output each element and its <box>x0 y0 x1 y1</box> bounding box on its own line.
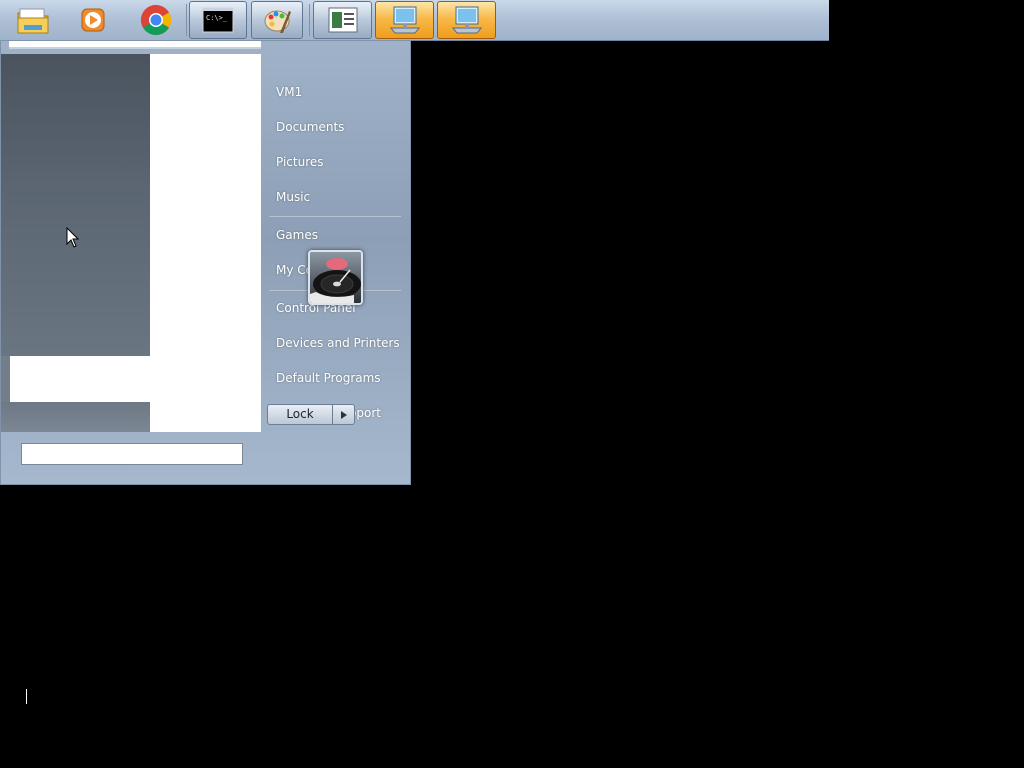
chevron-right-icon <box>340 410 347 419</box>
menu-item-music[interactable]: Music <box>276 186 310 208</box>
programs-list-edge <box>1 356 10 402</box>
start-menu-top-strip <box>9 41 261 49</box>
file-explorer-icon <box>17 8 49 34</box>
lock-button-group: Lock <box>267 404 355 425</box>
programs-panel <box>1 54 261 432</box>
turntable-icon <box>310 252 361 303</box>
menu-item-documents[interactable]: Documents <box>276 116 344 138</box>
command-prompt-button[interactable]: C:\>_ <box>189 1 247 39</box>
remote-desktop-button-2[interactable] <box>437 1 496 39</box>
paint-button[interactable] <box>251 1 303 39</box>
all-programs-area[interactable] <box>1 402 151 432</box>
mouse-cursor-icon <box>66 227 79 248</box>
document-viewer-icon <box>328 7 357 33</box>
menu-item-user[interactable]: VM1 <box>276 81 302 103</box>
menu-item-games[interactable]: Games <box>276 224 318 246</box>
taskbar-separator <box>309 4 310 36</box>
menu-separator <box>269 216 401 218</box>
remote-desktop-button[interactable] <box>375 1 434 39</box>
svg-text:C:\>_: C:\>_ <box>206 14 228 22</box>
command-prompt-icon: C:\>_ <box>202 7 234 33</box>
chrome-icon <box>140 4 172 36</box>
menu-item-pictures[interactable]: Pictures <box>276 151 324 173</box>
media-player-icon <box>81 8 105 32</box>
document-viewer-button[interactable] <box>313 1 372 39</box>
taskbar-separator <box>186 4 187 36</box>
lock-button[interactable]: Lock <box>267 404 333 425</box>
menu-item-default-programs[interactable]: Default Programs <box>276 367 381 389</box>
paint-icon <box>264 10 291 33</box>
menu-item-devices-printers[interactable]: Devices and Printers <box>276 332 400 354</box>
remote-desktop-icon <box>389 6 420 34</box>
chrome-button[interactable] <box>133 1 179 39</box>
text-caret <box>26 689 27 704</box>
search-input[interactable] <box>21 443 243 465</box>
remote-desktop-icon <box>451 6 482 34</box>
file-explorer-button[interactable] <box>10 1 56 39</box>
power-options-arrow-button[interactable] <box>333 404 355 425</box>
programs-list-column <box>150 54 261 432</box>
media-player-button[interactable] <box>70 1 116 39</box>
user-picture[interactable] <box>308 250 363 305</box>
taskbar: C:\>_ <box>0 0 829 41</box>
programs-list-area <box>1 54 150 356</box>
